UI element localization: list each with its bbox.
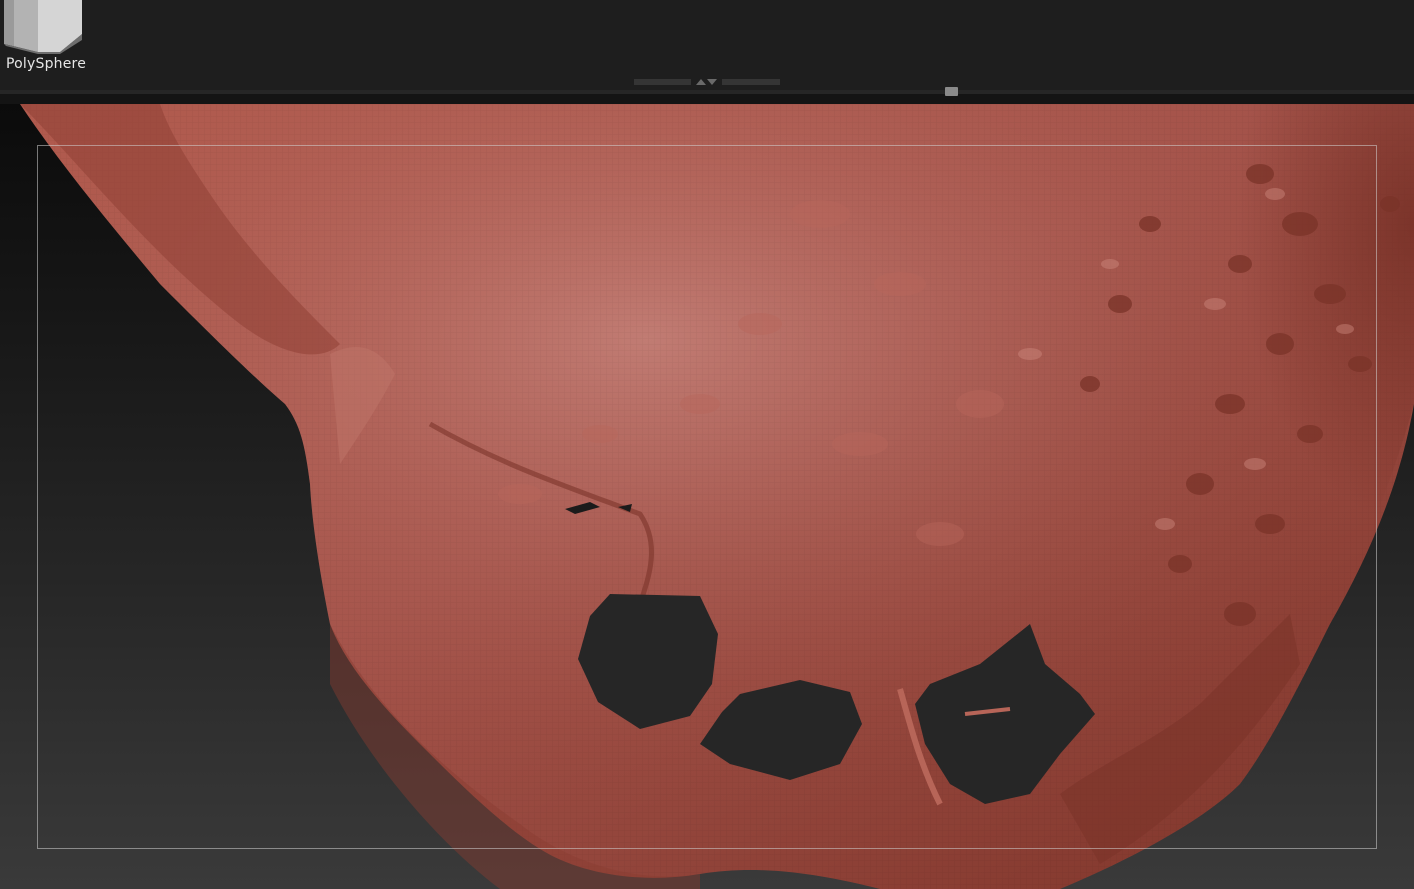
viewport-canvas[interactable] bbox=[0, 104, 1414, 889]
sculpt-mesh[interactable] bbox=[0, 104, 1414, 889]
shelf-bottom-strip bbox=[0, 94, 1414, 104]
top-shelf: PolySphere bbox=[0, 0, 1414, 104]
scroll-grip-icon[interactable] bbox=[945, 87, 958, 96]
zbrush-window: PolySphere bbox=[0, 0, 1414, 889]
expand-collapse-arrows-icon[interactable] bbox=[632, 74, 782, 86]
active-tool-label[interactable]: PolySphere bbox=[6, 56, 86, 72]
